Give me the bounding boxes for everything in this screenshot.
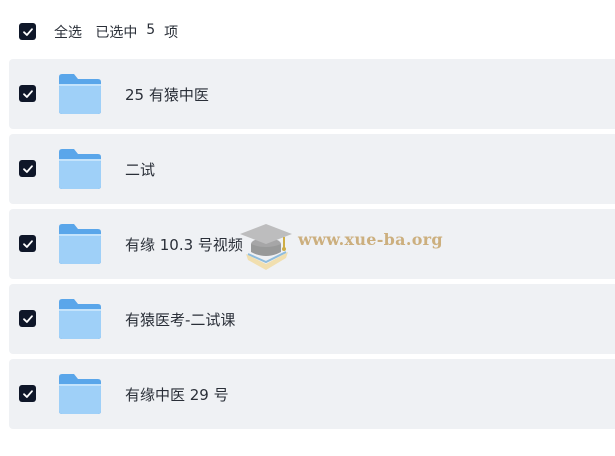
folder-row[interactable]: 二试 — [9, 134, 615, 204]
folder-row[interactable]: 25 有猿中医 — [9, 59, 615, 129]
select-all-label[interactable]: 全选 — [54, 22, 82, 42]
folder-icon — [57, 298, 103, 340]
folder-icon — [57, 73, 103, 115]
checkmark-icon — [22, 239, 33, 248]
folder-row[interactable]: 有猿医考-二试课 — [9, 284, 615, 354]
checkmark-icon — [22, 314, 33, 323]
row-checkbox[interactable] — [19, 85, 36, 102]
selection-header: 全选 已选中 5 项 — [0, 0, 615, 58]
checkmark-icon — [22, 164, 33, 173]
selection-summary: 全选 已选中 5 项 — [54, 22, 178, 42]
folder-row[interactable]: 有缘中医 29 号 — [9, 359, 615, 429]
row-checkbox[interactable] — [19, 160, 36, 177]
checkmark-icon — [22, 27, 33, 36]
checkmark-icon — [22, 89, 33, 98]
selected-prefix: 已选中 — [95, 25, 138, 41]
row-checkbox[interactable] — [19, 385, 36, 402]
folder-name[interactable]: 有缘中医 29 号 — [125, 384, 229, 405]
row-checkbox[interactable] — [19, 310, 36, 327]
selected-suffix: 项 — [164, 25, 179, 41]
folder-icon — [57, 148, 103, 190]
folder-icon — [57, 373, 103, 415]
selected-count: 5 — [146, 22, 156, 38]
select-all-checkbox[interactable] — [19, 23, 36, 40]
folder-name[interactable]: 25 有猿中医 — [125, 84, 209, 105]
folder-name[interactable]: 有猿医考-二试课 — [125, 309, 235, 330]
folder-name[interactable]: 有缘 10.3 号视频 — [125, 234, 243, 255]
row-checkbox[interactable] — [19, 235, 36, 252]
folder-row[interactable]: 有缘 10.3 号视频 — [9, 209, 615, 279]
folder-name[interactable]: 二试 — [125, 159, 155, 180]
checkmark-icon — [22, 389, 33, 398]
folder-icon — [57, 223, 103, 265]
